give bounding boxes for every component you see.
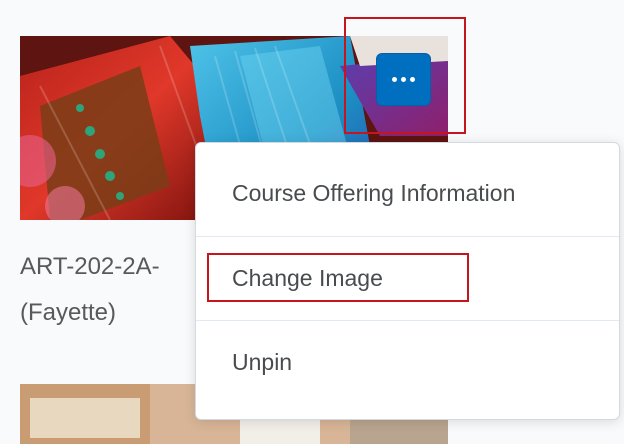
menu-item-unpin[interactable]: Unpin — [196, 320, 619, 404]
menu-item-label: Unpin — [232, 349, 293, 375]
menu-item-change-image[interactable]: Change Image — [196, 236, 619, 320]
course-actions-menu: Course Offering Information Change Image… — [195, 142, 620, 420]
menu-item-label: Course Offering Information — [232, 179, 516, 206]
menu-item-course-offering-information[interactable]: Course Offering Information — [196, 151, 619, 235]
menu-item-label: Change Image — [232, 265, 383, 291]
more-dots-icon — [392, 77, 415, 82]
course-title-line-2: (Fayette) — [20, 299, 117, 326]
course-more-actions-button[interactable] — [376, 53, 431, 106]
course-title-line-1: ART-202-2A- — [20, 253, 160, 280]
course-title[interactable]: ART-202-2A- (Fayette) — [20, 244, 195, 336]
